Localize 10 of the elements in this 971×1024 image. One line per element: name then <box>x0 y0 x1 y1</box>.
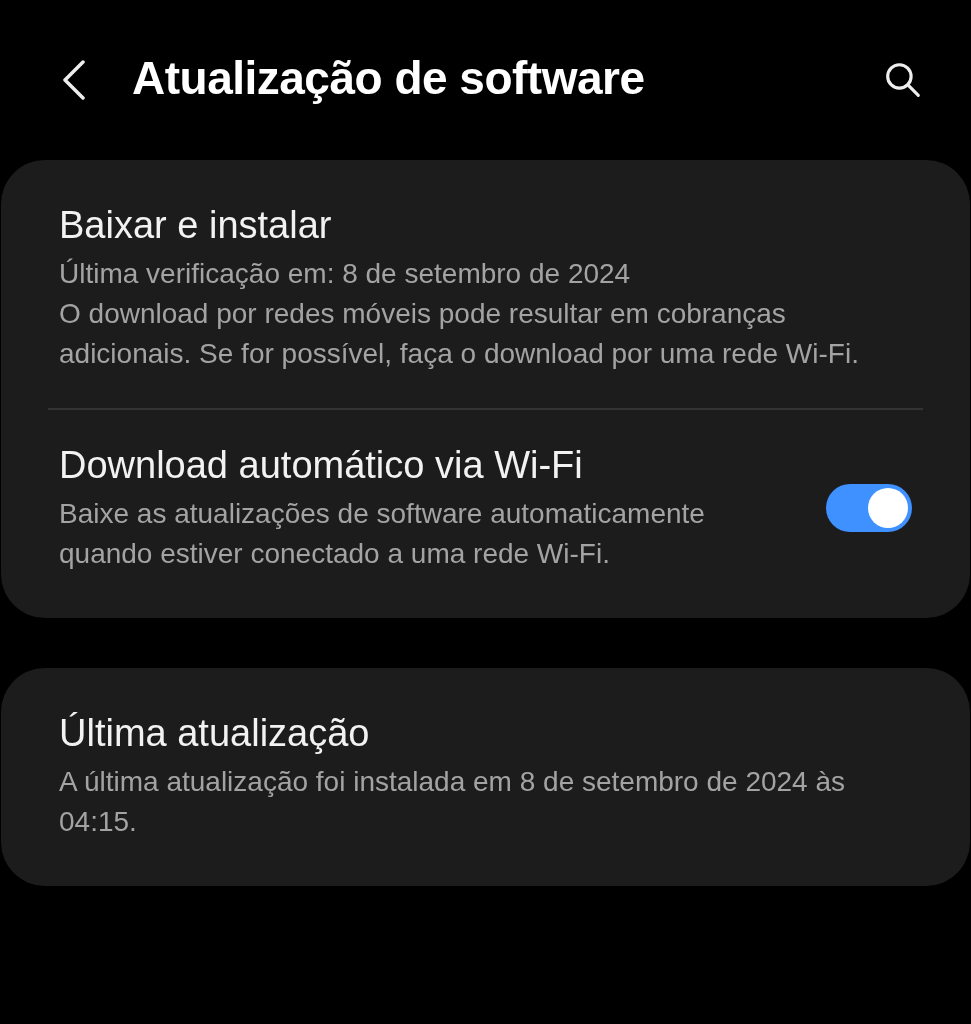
toggle-switch[interactable] <box>826 484 912 532</box>
setting-title: Baixar e instalar <box>59 203 333 248</box>
setting-title: Última atualização <box>59 711 371 756</box>
search-icon[interactable] <box>885 62 921 98</box>
page-title: Atualização de software <box>132 51 646 106</box>
setting-description: Baixe as atualizações de software automaticamente quando estiver conectado a uma rede Wi-Fi. <box>59 497 706 571</box>
setting-description: Última verificação em: 8 de setembro de 2024 <box>59 257 632 291</box>
setting-description: O download por redes móveis pode resultar em cobranças adicionais. Se for possível, faça o download por uma rede Wi-Fi. <box>59 297 860 371</box>
setting-description: A última atualização foi instalada em 8 de setembro de 2024 às 04:15. <box>59 765 847 839</box>
setting-title: Download automático via Wi-Fi <box>59 443 584 488</box>
